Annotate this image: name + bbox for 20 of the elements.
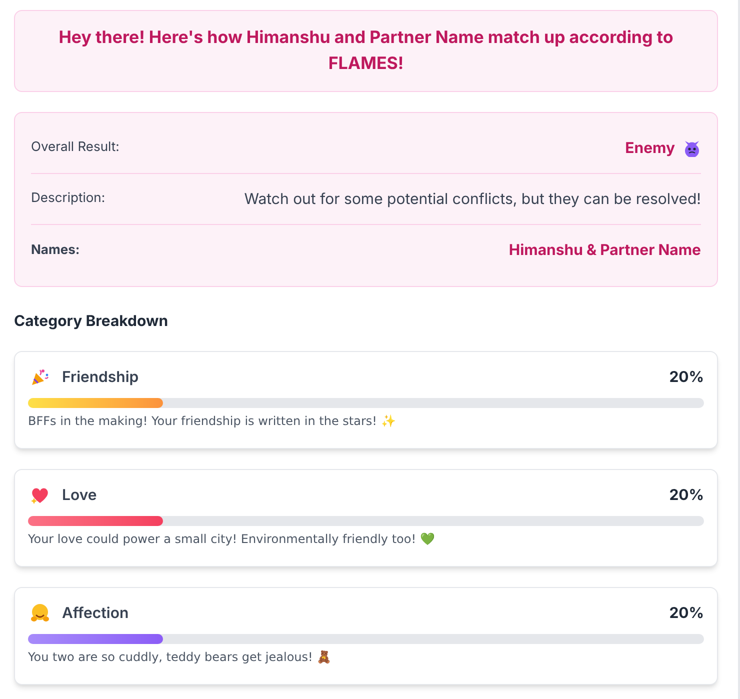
hugging-face-icon [30,602,50,623]
category-note: BFFs in the making! Your friendship is written in the stars! ✨ [28,413,397,430]
names-value: Himanshu & Partner Name [508,239,701,262]
devil-face-icon [683,139,701,157]
description-value: Watch out for some potential conflicts, but they can be resolved! [244,188,701,210]
category-name: Affection [62,602,129,624]
party-popper-icon [30,366,50,387]
section-heading: Category Breakdown [14,310,170,332]
category-note: You two are so cuddly, teddy bears get jealous! 🧸 [28,649,333,666]
summary-label: Description: [31,189,106,208]
summary-label: Overall Result: [31,138,120,158]
category-name: Friendship [62,366,139,388]
category-percent: 20% [669,484,704,506]
summary-label: Names: [31,240,80,260]
category-percent: 20% [669,366,704,388]
header-title: Hey there! Here's how Himanshu and Partner Name match up according to FLAMES! [58,27,674,76]
category-name: Love [62,484,97,506]
category-note: Your love could power a small city! Environmentally friendly too! 💚 [28,531,436,548]
category-percent: 20% [669,602,704,624]
result-value: Enemy [625,136,675,159]
